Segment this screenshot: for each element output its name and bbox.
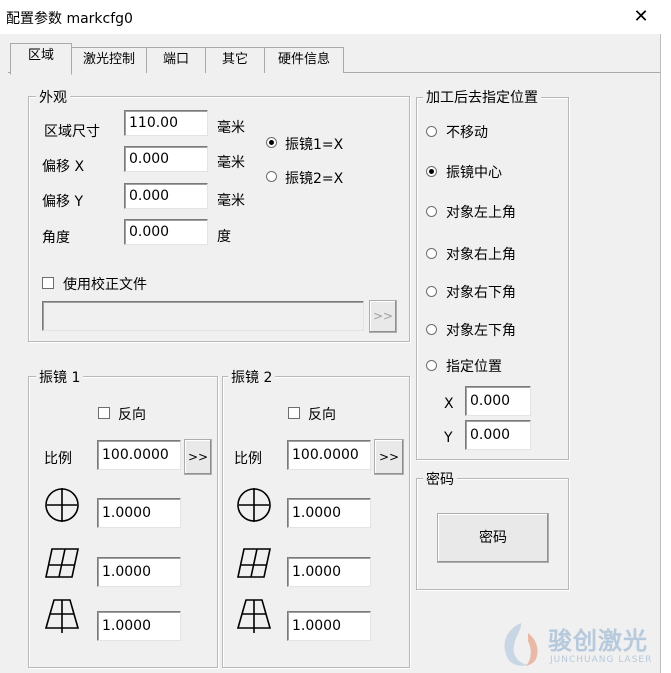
close-icon[interactable]: ✕ <box>628 5 654 29</box>
area-size-input[interactable] <box>124 110 208 136</box>
go-position-x-label: X <box>444 396 454 412</box>
go-position-label-galvo-center: 振镜中心 <box>446 165 502 181</box>
offset-x-unit: 毫米 <box>217 155 245 171</box>
offset-x-input[interactable] <box>124 146 208 172</box>
parallelogram-distortion-icon <box>45 548 79 578</box>
galvo1-scale-label: 比例 <box>44 451 72 467</box>
galvo2-x-radio[interactable] <box>266 171 277 182</box>
correction-file-path <box>42 301 364 331</box>
galvo2-x-label: 振镜2=X <box>285 171 344 187</box>
use-correction-file-label: 使用校正文件 <box>63 277 147 293</box>
galvo2-scale-label: 比例 <box>234 451 262 467</box>
galvo1-barrel-input[interactable] <box>97 498 181 528</box>
angle-unit: 度 <box>217 229 231 245</box>
galvo2-scale-button[interactable]: >> <box>374 439 404 475</box>
go-position-group-title: 加工后去指定位置 <box>423 87 541 107</box>
galvo2-scale-input[interactable] <box>287 440 371 470</box>
galvo2-group-title: 振镜 2 <box>228 367 276 387</box>
galvo2-trapezoid-input[interactable] <box>287 611 371 641</box>
go-position-x-input[interactable] <box>465 386 531 416</box>
offset-x-label: 偏移 X <box>42 159 85 175</box>
watermark: 骏创激光 JUNCHUANG LASER <box>496 617 666 673</box>
go-position-label-top-right: 对象右上角 <box>446 247 516 263</box>
tab-area[interactable]: 区域 <box>10 43 72 75</box>
barrel-distortion-icon <box>45 488 79 522</box>
galvo2-parallelogram-input[interactable] <box>287 557 371 587</box>
go-position-label-top-left: 对象左上角 <box>446 205 516 221</box>
correction-file-browse-button[interactable]: >> <box>369 300 397 333</box>
galvo1-trapezoid-input[interactable] <box>97 611 181 641</box>
window-title: 配置参数 markcfg0 <box>6 11 133 27</box>
use-correction-file-checkbox[interactable] <box>42 277 54 289</box>
tab-hardware-info[interactable]: 硬件信息 <box>264 47 344 73</box>
angle-input[interactable] <box>124 219 208 245</box>
galvo1-reverse-label: 反向 <box>118 407 146 423</box>
trapezoid-distortion-icon <box>236 599 272 633</box>
galvo1-parallelogram-input[interactable] <box>97 557 181 587</box>
go-position-radio-bottom-left[interactable] <box>426 324 437 335</box>
angle-label: 角度 <box>42 230 70 246</box>
watermark-en: JUNCHUANG LASER <box>550 655 653 665</box>
galvo1-x-label: 振镜1=X <box>285 137 344 153</box>
go-position-radio-specified[interactable] <box>426 360 437 371</box>
galvo2-reverse-checkbox[interactable] <box>288 407 300 419</box>
go-position-y-label: Y <box>444 430 453 446</box>
go-position-label-specified: 指定位置 <box>446 359 502 375</box>
password-group-title: 密码 <box>423 469 457 489</box>
go-position-radio-none[interactable] <box>426 126 437 137</box>
tab-laser-control[interactable]: 激光控制 <box>71 47 147 73</box>
tab-port[interactable]: 端口 <box>146 47 206 73</box>
barrel-distortion-icon <box>237 488 271 522</box>
password-button[interactable]: 密码 <box>437 513 549 563</box>
offset-y-input[interactable] <box>124 183 208 209</box>
go-position-y-input[interactable] <box>465 420 531 450</box>
appearance-group-title: 外观 <box>36 87 70 107</box>
tab-other[interactable]: 其它 <box>205 47 265 73</box>
area-size-unit: 毫米 <box>217 120 245 136</box>
galvo1-scale-input[interactable] <box>97 440 181 470</box>
go-position-radio-galvo-center[interactable] <box>426 166 437 177</box>
galvo1-scale-button[interactable]: >> <box>184 439 212 475</box>
galvo1-reverse-checkbox[interactable] <box>98 407 110 419</box>
trapezoid-distortion-icon <box>44 599 80 633</box>
go-position-radio-top-right[interactable] <box>426 248 437 259</box>
go-position-radio-bottom-right[interactable] <box>426 286 437 297</box>
junchuang-logo-icon <box>504 623 538 666</box>
go-position-label-bottom-right: 对象右下角 <box>446 285 516 301</box>
watermark-cn: 骏创激光 <box>548 627 648 655</box>
area-size-label: 区域尺寸 <box>44 124 100 140</box>
galvo2-barrel-input[interactable] <box>287 498 371 528</box>
parallelogram-distortion-icon <box>237 548 271 578</box>
galvo1-group-title: 振镜 1 <box>36 367 84 387</box>
offset-y-label: 偏移 Y <box>42 194 84 210</box>
go-position-label-bottom-left: 对象左下角 <box>446 323 516 339</box>
galvo1-x-radio[interactable] <box>266 137 277 148</box>
go-position-radio-top-left[interactable] <box>426 206 437 217</box>
go-position-label-none: 不移动 <box>446 125 488 141</box>
background-window-edge <box>660 34 671 673</box>
galvo2-reverse-label: 反向 <box>308 407 336 423</box>
offset-y-unit: 毫米 <box>217 193 245 209</box>
